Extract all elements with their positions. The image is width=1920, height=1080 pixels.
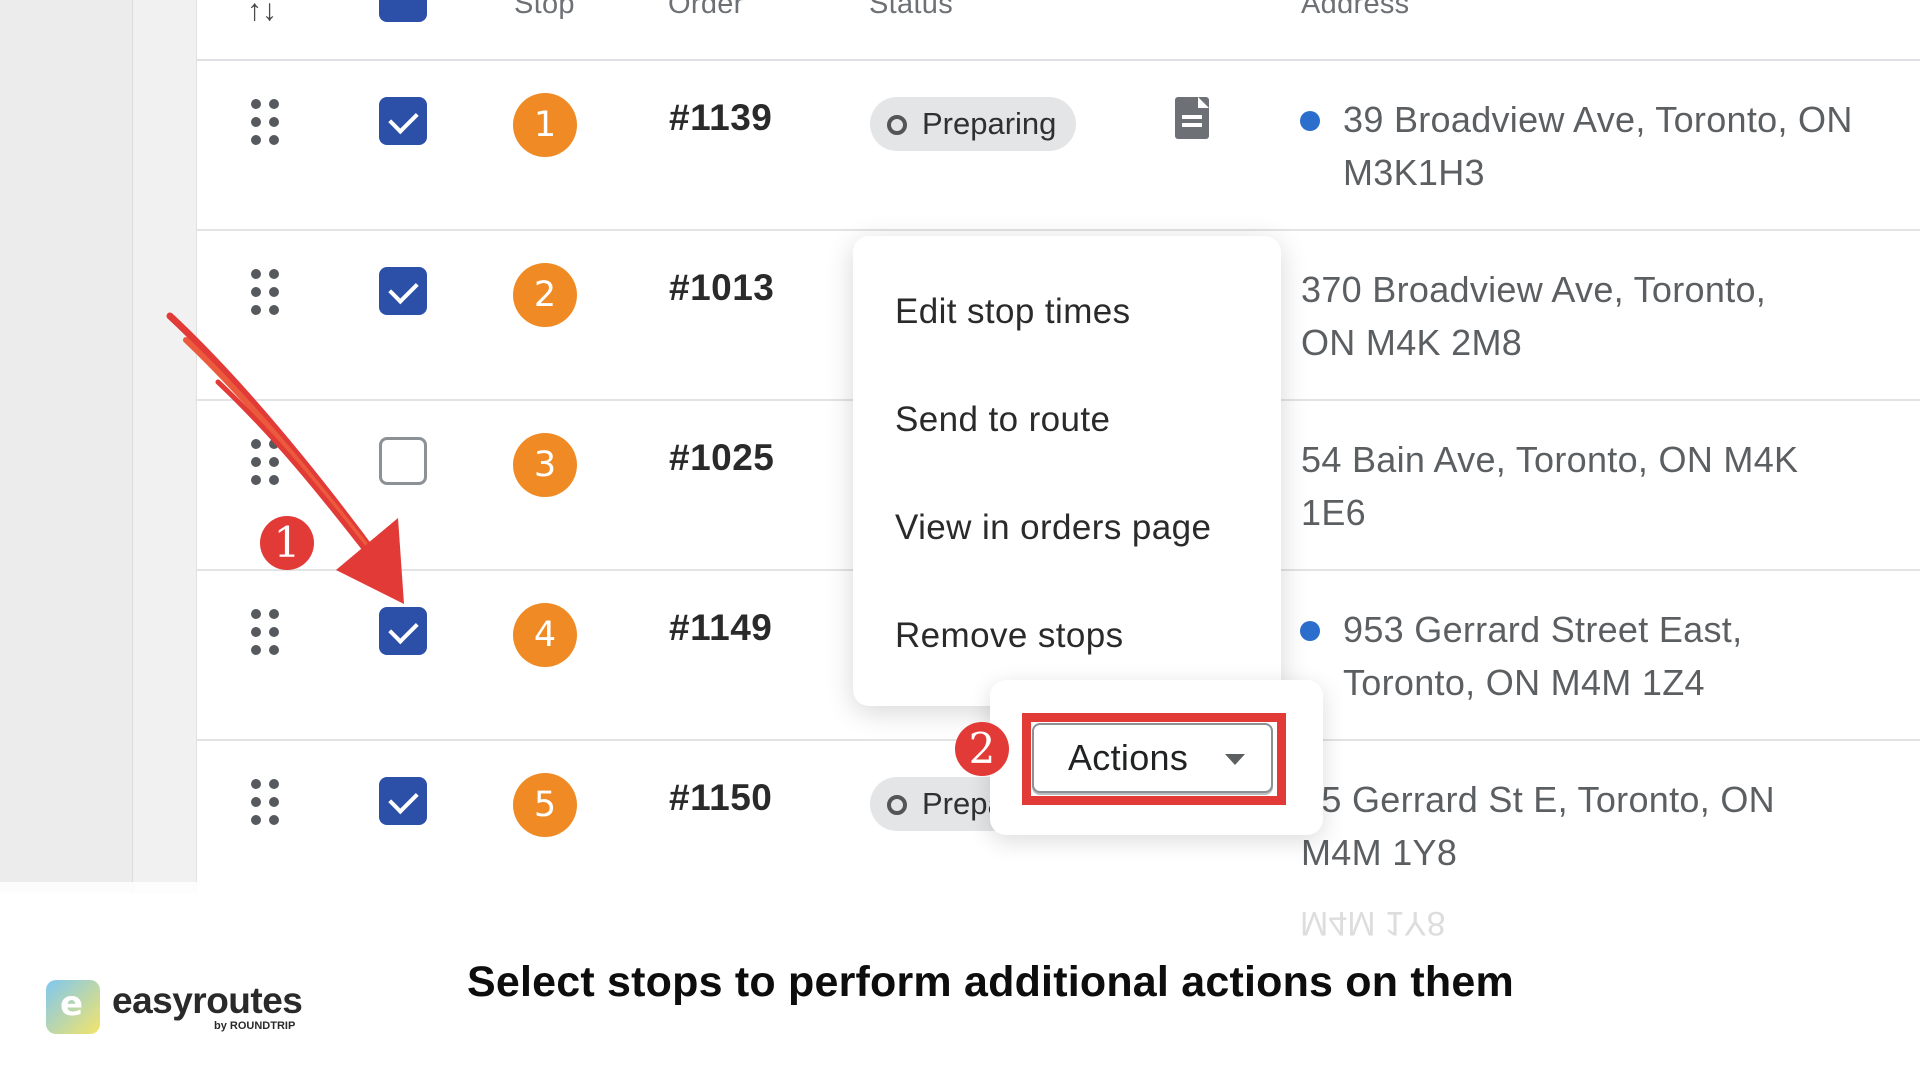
stage: ↑↓ Stop Order Status Address 1 #1139 Pre… <box>0 0 1920 1080</box>
caption-text: Select stops to perform additional actio… <box>467 958 1514 1006</box>
location-pin-icon <box>46 980 100 1034</box>
step-marker-2: 2 <box>955 722 1009 776</box>
logo-byline: by ROUNDTRIP <box>214 1020 296 1032</box>
reflected-address-text: M4M 1Y8 <box>1300 904 1446 942</box>
logo-wordmark: easyroutes <box>112 980 303 1021</box>
step-marker-1: 1 <box>260 516 314 570</box>
